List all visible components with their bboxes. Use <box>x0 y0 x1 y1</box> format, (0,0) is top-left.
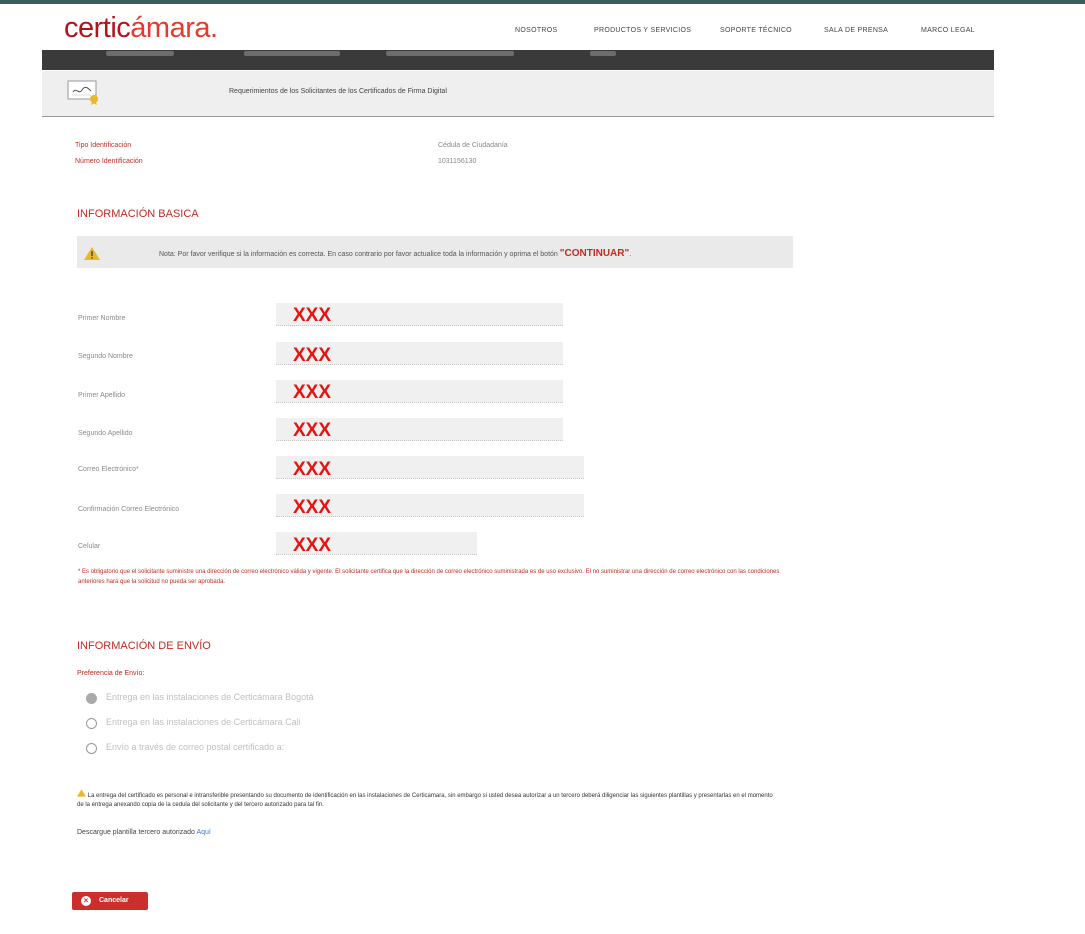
id-type-value: Cédula de Ciudadanía <box>438 142 508 149</box>
note-body: Nota: Por favor verifique si la informac… <box>159 251 560 258</box>
note-continuar-ref: "CONTINUAR" <box>559 248 630 259</box>
id-number-value: 1031156130 <box>438 158 477 165</box>
radio-bogota-label[interactable]: Entrega en las instalaciones de Certicám… <box>106 692 314 702</box>
first-surname-label: Primer Apellido <box>78 392 126 399</box>
note-banner: Nota: Por favor verifique si la informac… <box>77 236 793 268</box>
submenu-item-ghost[interactable] <box>590 51 616 56</box>
warning-icon <box>84 247 100 260</box>
warning-icon <box>77 789 86 797</box>
nav-item-marco-legal[interactable]: MARCO LEGAL <box>921 27 975 34</box>
download-link[interactable]: Aquí <box>196 829 210 836</box>
email-disclaimer: * Es obligatorio que el solicitante sumi… <box>78 569 780 585</box>
download-text: Descargue plantilla tercero autorizado <box>77 829 197 836</box>
first-name-label: Primer Nombre <box>78 315 126 322</box>
submenu-item-ghost[interactable] <box>386 51 514 56</box>
cancel-button-label: Cancelar <box>99 897 129 904</box>
radio-bogota[interactable] <box>86 693 97 704</box>
mobile-value: XXX <box>293 535 332 556</box>
nav-item-soporte[interactable]: SOPORTE TÉCNICO <box>720 27 792 34</box>
logo-dot: . <box>210 12 218 44</box>
close-icon: × <box>81 896 91 906</box>
submenu-item-ghost[interactable] <box>106 51 174 56</box>
radio-postal[interactable] <box>86 743 97 754</box>
email-confirm-value: XXX <box>293 497 332 518</box>
radio-postal-label[interactable]: Envío a través de correo postal certific… <box>106 742 284 752</box>
mobile-label: Celular <box>78 543 101 550</box>
radio-cali[interactable] <box>86 718 97 729</box>
submenu-item-ghost[interactable] <box>244 51 340 56</box>
basic-info-title: INFORMACIÓN BASICA <box>77 208 199 220</box>
email-value: XXX <box>293 459 332 480</box>
id-type-label: Tipo Identificación <box>75 142 132 149</box>
radio-cali-label[interactable]: Entrega en las instalaciones de Certicám… <box>106 717 301 727</box>
cancel-button[interactable]: × Cancelar <box>72 892 148 910</box>
submenu-bar <box>42 50 994 70</box>
logo-part-1: certic <box>64 12 131 44</box>
second-name-label: Segundo Nombre <box>78 353 133 360</box>
top-border-line <box>0 0 1085 4</box>
shipping-info-title: INFORMACIÓN DE ENVÍO <box>77 640 211 652</box>
second-surname-value: XXX <box>293 420 332 441</box>
page-title: Requerimientos de los Solicitantes de lo… <box>229 88 447 95</box>
certicamara-logo[interactable]: certicámara. <box>64 12 218 45</box>
first-name-value: XXX <box>293 305 332 326</box>
second-name-value: XXX <box>293 345 332 366</box>
nav-item-productos[interactable]: PRODUCTOS Y SERVICIOS <box>594 27 691 34</box>
delivery-notice-text: La entrega del certificado es personal e… <box>77 793 773 808</box>
nav-item-nosotros[interactable]: NOSOTROS <box>515 27 557 34</box>
download-template-line: Descargue plantilla tercero autorizado A… <box>77 829 211 836</box>
shipping-preference-label: Preferencia de Envío: <box>77 670 145 677</box>
email-label: Correo Electrónico* <box>78 466 139 473</box>
logo-part-2: ámara <box>130 12 210 44</box>
second-surname-label: Segundo Apellido <box>78 430 133 437</box>
first-surname-value: XXX <box>293 382 332 403</box>
email-confirm-label: Confirmación Correo Electrónico <box>78 506 180 513</box>
delivery-notice: La entrega del certificado es personal e… <box>77 789 777 810</box>
requirements-header: Requerimientos de los Solicitantes de lo… <box>42 71 994 117</box>
nav-item-sala-prensa[interactable]: SALA DE PRENSA <box>824 27 888 34</box>
certificate-signature-icon <box>67 80 98 105</box>
note-text: Nota: Por favor verifique si la informac… <box>159 248 631 259</box>
id-number-label: Número Identificación <box>75 158 143 165</box>
note-end: . <box>629 251 632 258</box>
